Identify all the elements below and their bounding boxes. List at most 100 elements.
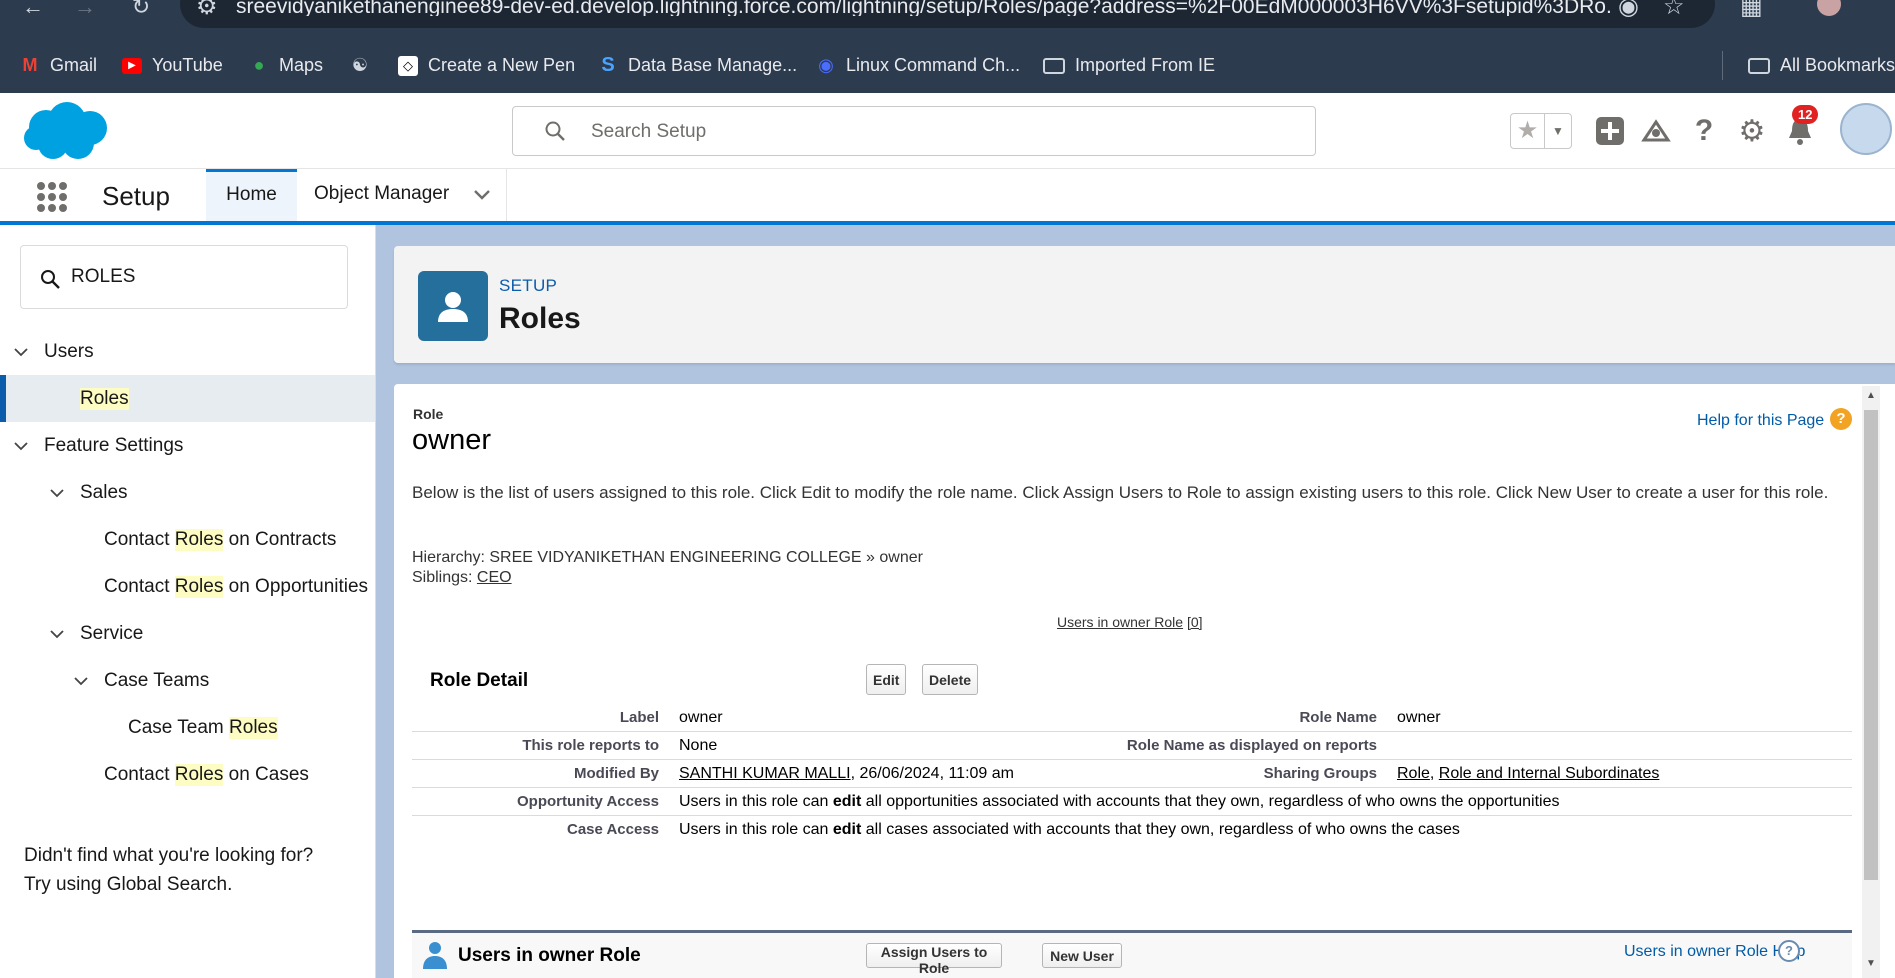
tree-label: Case Team xyxy=(128,716,230,738)
s-logo-icon: S xyxy=(601,54,615,76)
chevron-down-icon[interactable] xyxy=(50,627,64,641)
setup-search-input[interactable]: Search Setup xyxy=(512,106,1316,156)
chevron-down-icon[interactable] xyxy=(14,345,28,359)
bookmark-maps[interactable]: ● Maps xyxy=(249,38,323,93)
help-icon[interactable]: ? xyxy=(1686,113,1722,149)
role-detail-content: Role owner Help for this Page ? Below is… xyxy=(394,384,1895,978)
field-label: Case Access xyxy=(566,821,659,838)
help-text-line: Try using Global Search. xyxy=(24,874,233,895)
bookmark-label: Linux Command Ch... xyxy=(846,55,1021,75)
scroll-up-icon[interactable]: ▲ xyxy=(1864,390,1878,404)
tab-object-manager[interactable]: Object Manager xyxy=(314,169,449,221)
globe-icon: ☯ xyxy=(351,55,369,75)
tree-item-contact-roles-cases[interactable]: Contact Roles on Cases xyxy=(0,751,375,798)
bookmark-globe[interactable]: ☯ xyxy=(350,38,380,93)
tree-item-sales[interactable]: Sales xyxy=(0,469,375,516)
notification-badge: 12 xyxy=(1792,105,1819,124)
bookmark-codepen[interactable]: ◇ Create a New Pen xyxy=(398,38,575,93)
add-icon[interactable] xyxy=(1592,113,1628,149)
star-icon[interactable]: ★ xyxy=(1511,114,1545,148)
bookmark-database[interactable]: S Data Base Manage... xyxy=(598,38,797,93)
trailhead-icon[interactable] xyxy=(1638,113,1674,149)
forward-icon[interactable]: → xyxy=(70,0,100,18)
bookmark-gmail[interactable]: M Gmail xyxy=(20,38,98,93)
search-highlight: Roles xyxy=(174,528,224,551)
access-text: all cases associated with accounts that … xyxy=(861,821,1460,838)
tree-item-roles[interactable]: Roles xyxy=(0,375,375,422)
table-row: Opportunity Access Users in this role ca… xyxy=(412,787,1852,816)
reload-icon[interactable]: ↻ xyxy=(126,0,156,18)
modified-by-user-link[interactable]: SANTHI KUMAR MALLI xyxy=(679,765,851,782)
bookmark-linux[interactable]: ◉ Linux Command Ch... xyxy=(816,38,1020,93)
all-bookmarks[interactable]: All Bookmarks xyxy=(1748,38,1895,93)
assign-users-button[interactable]: Assign Users to Role xyxy=(866,943,1002,976)
gear-icon[interactable]: ⚙ xyxy=(1734,113,1770,149)
tree-item-contact-roles-opportunities[interactable]: Contact Roles on Opportunities xyxy=(0,563,375,610)
table-row: This role reports to None Role Name as d… xyxy=(412,731,1852,760)
extensions-icon[interactable]: ▦ xyxy=(1740,0,1763,19)
bookmark-imported-folder[interactable]: Imported From IE xyxy=(1043,38,1215,93)
field-label: Sharing Groups xyxy=(1109,759,1387,788)
tree-item-service[interactable]: Service xyxy=(0,610,375,657)
linux-icon: ◉ xyxy=(818,55,834,75)
scrollbar-thumb[interactable] xyxy=(1864,410,1878,880)
tree-label: Service xyxy=(80,622,144,644)
hierarchy-text: Hierarchy: SREE VIDYANIKETHAN ENGINEERIN… xyxy=(412,549,923,566)
search-highlight: Roles xyxy=(80,387,129,410)
chevron-down-icon[interactable] xyxy=(472,187,492,203)
sharing-group-role-link[interactable]: Role xyxy=(1397,765,1430,782)
tree-item-feature-settings[interactable]: Feature Settings xyxy=(0,422,375,469)
sharing-group-subordinates-link[interactable]: Role and Internal Subordinates xyxy=(1439,765,1660,782)
help-question-icon[interactable]: ? xyxy=(1778,940,1800,962)
favorites-button[interactable]: ★ ▼ xyxy=(1510,113,1572,149)
chevron-down-icon[interactable] xyxy=(14,439,28,453)
profile-avatar-icon[interactable] xyxy=(1817,0,1841,16)
users-in-role-link[interactable]: Users in owner Role xyxy=(1057,614,1183,630)
field-value: owner xyxy=(1387,704,1852,732)
help-for-page-link[interactable]: Help for this Page xyxy=(1697,412,1824,430)
tree-item-case-teams[interactable]: Case Teams xyxy=(0,657,375,704)
back-icon[interactable]: ← xyxy=(18,0,48,18)
maps-icon: ● xyxy=(253,55,265,75)
field-value: Users in this role can edit all cases as… xyxy=(669,816,1852,844)
field-value: None xyxy=(669,731,1109,760)
user-avatar[interactable] xyxy=(1840,103,1892,155)
access-level: edit xyxy=(832,821,862,838)
tree-label: Users xyxy=(44,340,94,362)
tab-divider xyxy=(506,169,507,221)
new-user-button[interactable]: New User xyxy=(1042,943,1122,968)
users-count-link[interactable]: [0] xyxy=(1187,614,1203,630)
url-text[interactable]: sreevidyanikethanenginee89-dev-ed.develo… xyxy=(236,0,1611,16)
field-value xyxy=(1387,731,1852,760)
chevron-down-icon[interactable] xyxy=(74,674,88,688)
tree-item-contact-roles-contracts[interactable]: Contact Roles on Contracts xyxy=(0,516,375,563)
tree-item-case-team-roles[interactable]: Case Team Roles xyxy=(0,704,375,751)
quick-find-input[interactable]: ROLES xyxy=(20,245,348,309)
tab-home[interactable]: Home xyxy=(206,169,297,221)
page-description: Below is the list of users assigned to t… xyxy=(412,483,1829,502)
delete-button[interactable]: Delete xyxy=(922,664,978,695)
bookmark-label: Maps xyxy=(279,55,324,75)
help-question-icon[interactable]: ? xyxy=(1830,408,1852,430)
tree-item-users[interactable]: Users xyxy=(0,328,375,375)
chevron-down-icon[interactable]: ▼ xyxy=(1545,114,1571,148)
global-header: Search Setup ★ ▼ ? ⚙ 12 xyxy=(0,93,1895,169)
codepen-icon: ◇ xyxy=(398,55,418,76)
field-label: Opportunity Access xyxy=(412,787,669,816)
tree-label: Sales xyxy=(80,481,128,503)
sibling-link-ceo[interactable]: CEO xyxy=(477,569,512,586)
app-name: Setup xyxy=(102,181,170,211)
tree-label: on Contracts xyxy=(223,528,337,550)
chevron-down-icon[interactable] xyxy=(50,486,64,500)
search-placeholder: Search Setup xyxy=(591,121,707,142)
scroll-down-icon[interactable]: ▼ xyxy=(1864,958,1878,972)
bookmark-star-icon[interactable]: ☆ xyxy=(1663,0,1685,19)
edit-button[interactable]: Edit xyxy=(866,664,906,695)
access-text: Users in this role can xyxy=(679,793,833,810)
site-info-icon[interactable]: ⚙ xyxy=(196,0,218,19)
eye-icon[interactable]: ◉ xyxy=(1618,0,1639,19)
bookmarks-divider xyxy=(1722,51,1723,80)
bookmark-youtube[interactable]: ▶ YouTube xyxy=(122,38,223,93)
salesforce-logo-icon[interactable] xyxy=(22,101,112,165)
app-launcher-icon[interactable] xyxy=(37,182,67,212)
